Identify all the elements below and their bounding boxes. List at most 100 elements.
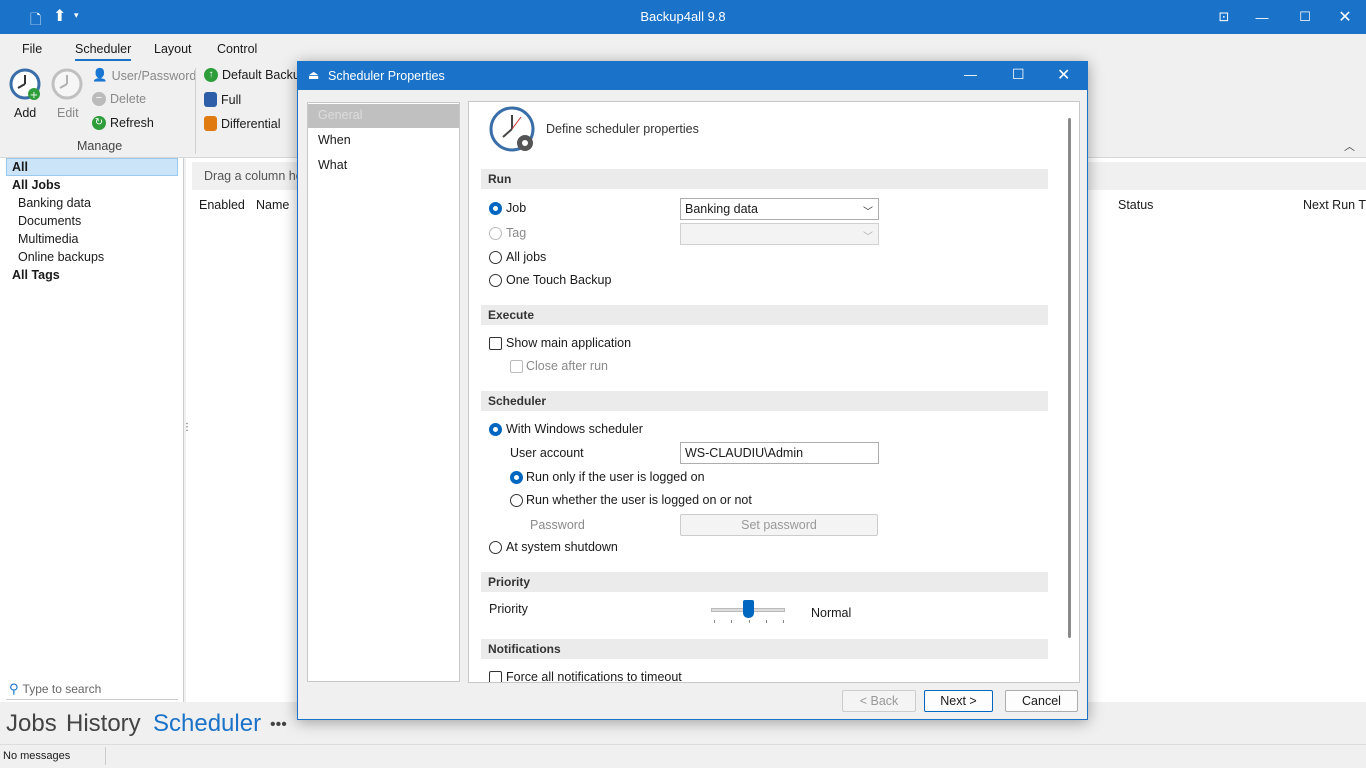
differential-label: Differential	[221, 116, 281, 131]
cancel-button[interactable]: Cancel	[1005, 690, 1078, 712]
status-divider	[105, 747, 106, 765]
refresh-button[interactable]: ↻ Refresh	[92, 116, 154, 130]
nav-general[interactable]: General	[308, 104, 459, 128]
menu-scheduler[interactable]: Scheduler	[75, 42, 132, 61]
full-button[interactable]: Full	[204, 92, 241, 107]
default-backup-button[interactable]: ↑ Default Backu	[204, 68, 300, 82]
close-after-label: Close after run	[526, 359, 608, 373]
windows-scheduler-label: With Windows scheduler	[506, 422, 643, 436]
differential-button[interactable]: Differential	[204, 116, 281, 131]
collapse-ribbon-icon[interactable]: ︿	[1344, 138, 1355, 154]
set-password-button[interactable]: Set password	[680, 514, 878, 536]
checkbox-show-main[interactable]	[489, 337, 502, 350]
splitter-handle[interactable]: ⋮	[182, 422, 192, 433]
radio-tag[interactable]	[489, 227, 502, 240]
tree-item-all-tags[interactable]: All Tags	[12, 268, 60, 282]
tree-item-multimedia[interactable]: Multimedia	[18, 232, 78, 246]
status-bar: No messages	[0, 744, 1366, 768]
tree-item-online[interactable]: Online backups	[18, 250, 104, 264]
radio-run-logged-on[interactable]	[510, 471, 523, 484]
tab-history[interactable]: History	[66, 710, 141, 738]
ribbon-divider	[195, 68, 196, 154]
more-icon[interactable]: •••	[270, 716, 287, 734]
scheduler-properties-dialog: ⏏ Scheduler Properties — ☐ ✕ General Whe…	[297, 61, 1088, 720]
next-button[interactable]: Next >	[924, 690, 993, 712]
nav-what[interactable]: What	[308, 154, 459, 178]
default-backup-label: Default Backu	[222, 68, 300, 82]
tree-item-all[interactable]: All	[12, 160, 28, 174]
status-message: No messages	[3, 750, 71, 762]
dialog-maximize-button[interactable]: ☐	[1012, 66, 1025, 83]
content-scrollbar[interactable]	[1068, 118, 1071, 638]
full-label: Full	[221, 92, 242, 107]
up-arrow-icon: ↑	[204, 68, 218, 82]
radio-at-shutdown[interactable]	[489, 541, 502, 554]
radio-one-touch-label: One Touch Backup	[506, 273, 612, 287]
tree-item-all-jobs[interactable]: All Jobs	[12, 178, 61, 192]
edit-clock-icon	[51, 68, 85, 102]
user-account-input[interactable]: WS-CLAUDIU\Admin	[680, 442, 879, 464]
close-button[interactable]: ✕	[1323, 0, 1366, 34]
user-password-button[interactable]: 👤 User/Password	[92, 68, 196, 83]
database-orange-icon	[204, 116, 217, 131]
dialog-minimize-button[interactable]: —	[964, 67, 977, 82]
app-title: Backup4all 9.8	[640, 9, 726, 24]
priority-value: Normal	[811, 606, 852, 620]
at-shutdown-label: At system shutdown	[506, 540, 618, 554]
menu-layout[interactable]: Layout	[154, 42, 192, 56]
radio-one-touch[interactable]	[489, 274, 502, 287]
radio-job[interactable]	[489, 202, 502, 215]
tree-item-documents[interactable]: Documents	[18, 214, 81, 228]
database-blue-icon	[204, 92, 217, 107]
job-select-value: Banking data	[685, 202, 758, 216]
section-execute: Execute	[481, 305, 1048, 325]
column-next-run[interactable]: Next Run Ti	[1303, 198, 1366, 212]
menu-file[interactable]: File	[22, 42, 42, 56]
search-box[interactable]: ⚲ Type to search	[6, 678, 178, 700]
search-input[interactable]: Type to search	[23, 682, 102, 696]
job-select[interactable]: Banking data ﹀	[680, 198, 879, 220]
minimize-button[interactable]: —	[1240, 0, 1284, 34]
checkbox-force-timeout[interactable]	[489, 671, 502, 682]
edit-button[interactable]: Edit	[57, 106, 79, 120]
user-account-value: WS-CLAUDIU\Admin	[685, 446, 804, 460]
radio-job-label: Job	[506, 201, 527, 215]
menu-control[interactable]: Control	[217, 42, 257, 56]
tab-scheduler[interactable]: Scheduler	[153, 710, 261, 738]
radio-run-whether[interactable]	[510, 494, 523, 507]
dialog-content: Define scheduler properties Run Job Bank…	[468, 101, 1080, 683]
radio-tag-label: Tag	[506, 226, 527, 240]
priority-slider-thumb[interactable]	[742, 600, 754, 618]
svg-text:+: +	[30, 90, 38, 101]
add-clock-icon[interactable]: +	[9, 68, 43, 102]
column-status[interactable]: Status	[1118, 198, 1153, 212]
dialog-titlebar: ⏏ Scheduler Properties — ☐ ✕	[298, 62, 1087, 90]
tree-item-banking[interactable]: Banking data	[18, 196, 91, 210]
left-panel: All All Jobs Banking data Documents Mult…	[0, 158, 184, 702]
delete-label: Delete	[110, 92, 147, 106]
dialog-close-button[interactable]: ✕	[1057, 65, 1070, 85]
add-button[interactable]: Add	[14, 106, 36, 120]
back-button[interactable]: < Back	[842, 690, 916, 712]
tree-selection	[6, 158, 178, 176]
maximize-button[interactable]: ☐	[1283, 0, 1327, 34]
refresh-label: Refresh	[110, 116, 154, 130]
column-enabled[interactable]: Enabled	[199, 198, 245, 212]
section-run: Run	[481, 169, 1048, 189]
section-scheduler: Scheduler	[481, 391, 1048, 411]
checkbox-close-after[interactable]	[510, 360, 523, 373]
delete-button[interactable]: − Delete	[92, 92, 146, 106]
radio-all-jobs[interactable]	[489, 251, 502, 264]
radio-all-jobs-label: All jobs	[506, 250, 547, 264]
user-password-label: User/Password	[111, 68, 197, 83]
tag-select[interactable]: ﹀	[680, 223, 879, 245]
user-account-label: User account	[510, 446, 584, 460]
radio-windows-scheduler[interactable]	[489, 423, 502, 436]
section-notifications: Notifications	[481, 639, 1048, 659]
scheduler-clock-icon	[487, 105, 539, 155]
nav-when[interactable]: When	[308, 129, 459, 153]
column-name[interactable]: Name	[256, 198, 289, 212]
section-priority: Priority	[481, 572, 1048, 592]
run-logged-on-label: Run only if the user is logged on	[526, 470, 705, 484]
tab-jobs[interactable]: Jobs	[6, 710, 57, 738]
